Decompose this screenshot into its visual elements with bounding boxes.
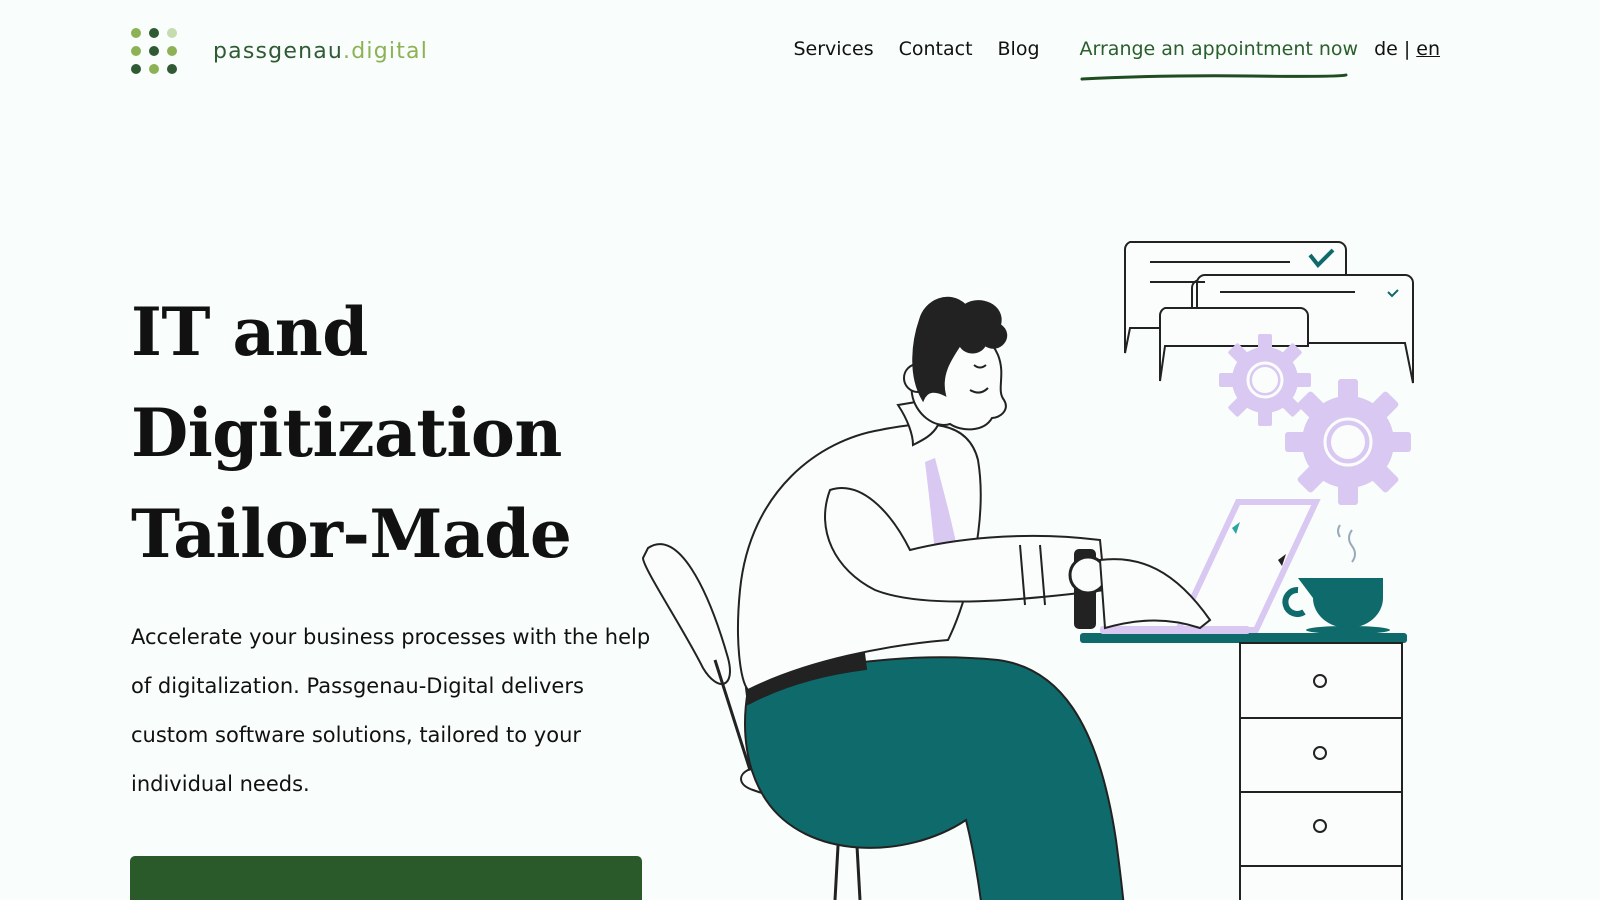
brand-name-part2: .digital	[343, 38, 429, 64]
logo-dot	[131, 46, 141, 56]
logo-dot	[167, 28, 177, 38]
nav-services[interactable]: Services	[793, 38, 873, 60]
lang-de[interactable]: de	[1374, 38, 1398, 60]
coffee-cup-icon	[1282, 524, 1390, 634]
gear-icon	[1219, 334, 1311, 426]
language-switcher: de | en	[1374, 38, 1440, 60]
hero-description: Accelerate your business processes with …	[131, 625, 651, 796]
hero-cta-button[interactable]	[130, 856, 642, 900]
logo-dot	[149, 64, 159, 74]
logo-dot	[131, 28, 141, 38]
gear-large-icon	[1285, 379, 1411, 505]
logo-dot	[149, 28, 159, 38]
nav-appointment-label: Arrange an appointment now	[1079, 38, 1359, 60]
brand-name: passgenau.digital	[213, 39, 428, 64]
hero-title-line3: Tailor-Made	[131, 495, 572, 573]
logo-dot	[167, 46, 177, 56]
nav-blog[interactable]: Blog	[998, 38, 1040, 60]
desk-icon	[1080, 633, 1407, 900]
person-illustration	[736, 296, 1212, 900]
logo-dot	[131, 64, 141, 74]
logo-dot	[149, 46, 159, 56]
main-nav: Services Contact Blog Arrange an appoint…	[793, 38, 1440, 81]
logo-dots-icon	[131, 28, 177, 74]
nav-contact[interactable]: Contact	[899, 38, 973, 60]
nav-appointment-cta[interactable]: Arrange an appointment now	[1079, 38, 1359, 81]
brand-logo[interactable]: passgenau.digital	[131, 28, 428, 74]
logo-dot	[167, 64, 177, 74]
lang-en[interactable]: en	[1416, 38, 1440, 60]
hero-title: IT and Digitization Tailor-Made	[131, 282, 572, 585]
page: passgenau.digital Services Contact Blog …	[0, 0, 1600, 900]
brush-underline-icon	[1080, 73, 1348, 81]
hero-title-line1: IT and	[131, 293, 368, 371]
hero-illustration	[641, 241, 1414, 900]
hero-title-line2: Digitization	[131, 394, 562, 472]
lang-separator: |	[1403, 38, 1411, 60]
brand-name-part1: passgenau	[213, 38, 344, 64]
